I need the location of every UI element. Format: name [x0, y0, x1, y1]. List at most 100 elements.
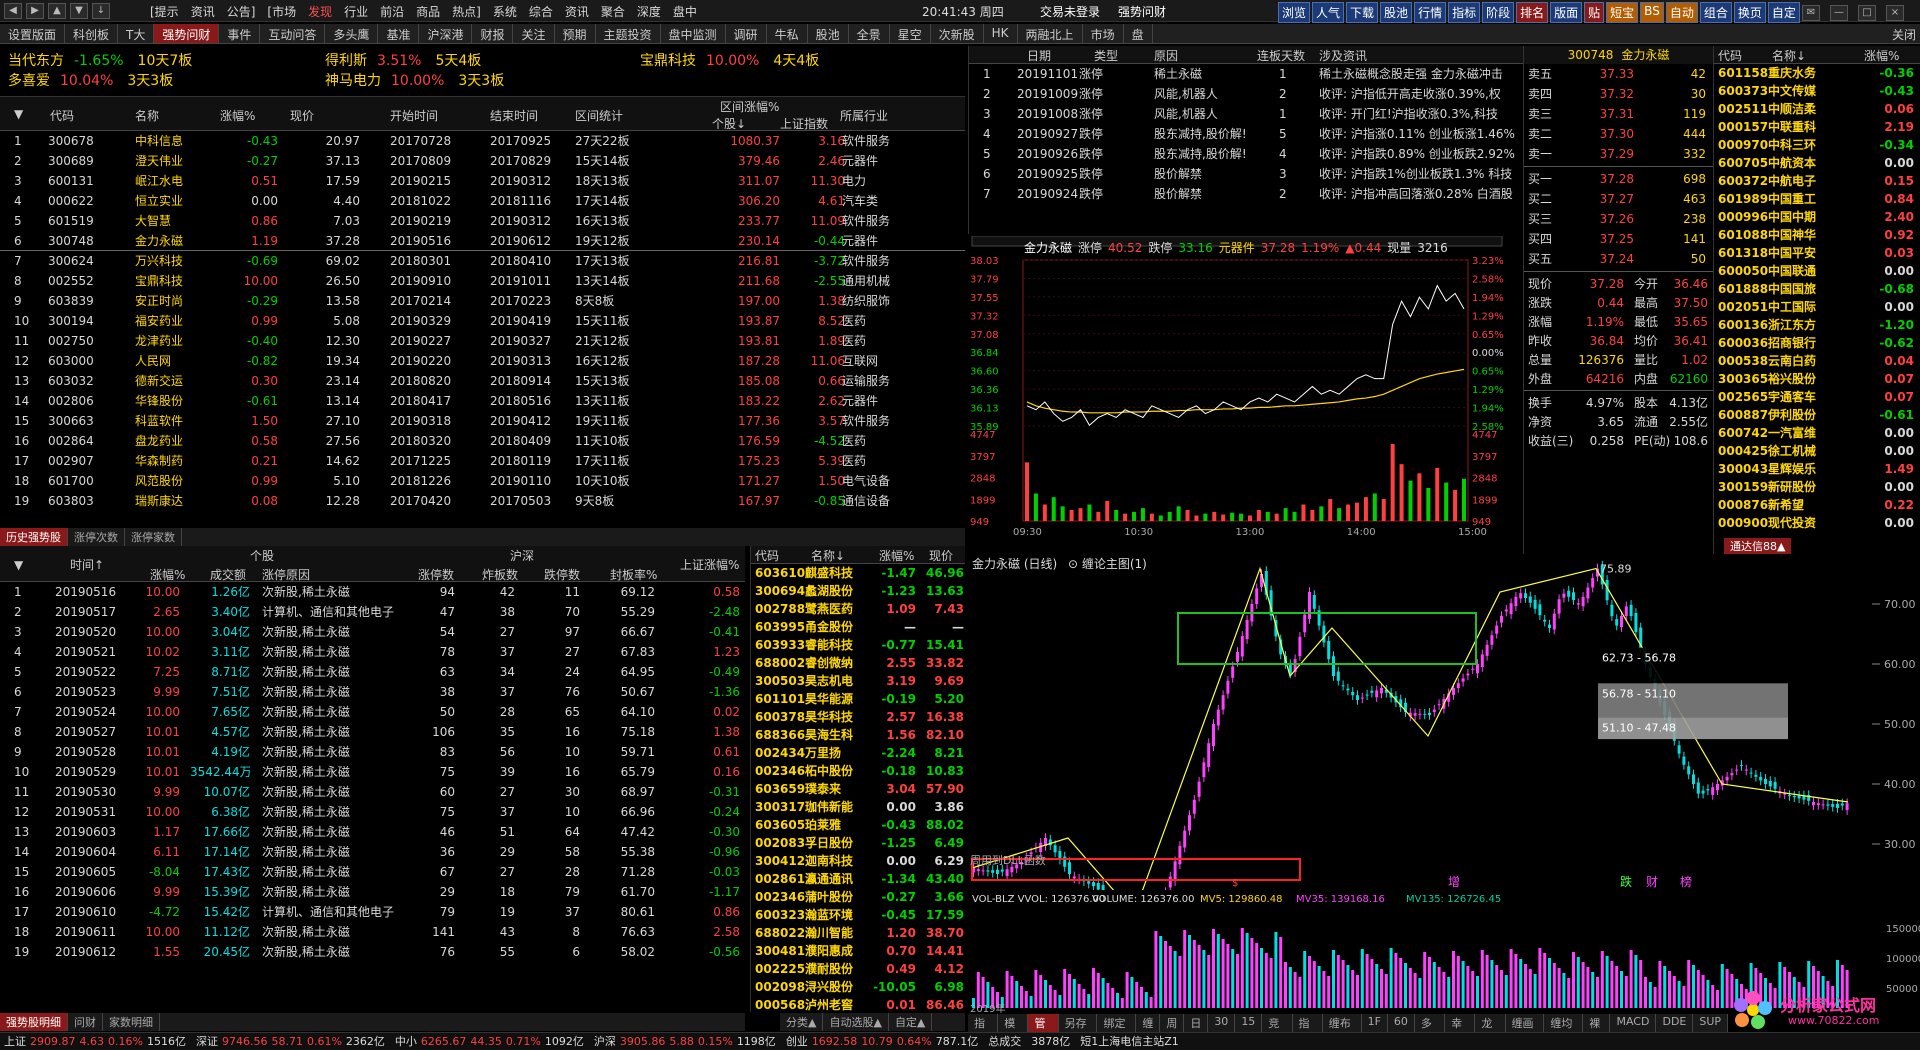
hot-stock[interactable]: 当代东方 -1.65% 10天7板 [8, 50, 192, 70]
col-header[interactable]: 日期 [1027, 47, 1051, 64]
list-item[interactable]: 002225 濮耐股份 0.49 4.12 [751, 960, 965, 978]
list-item[interactable]: 000900 现代投资 0.00 [1714, 514, 1920, 532]
event-mark[interactable]: 财 [1646, 875, 1658, 889]
menu-item[interactable]: 公告] [227, 3, 256, 20]
col-header[interactable]: 连板天数 [1257, 47, 1305, 64]
table-row[interactable]: 5 20190926 跌停 股东减持,股价解! 4 收评: 沪指跌0.89% 创业板跌2.… [969, 144, 1523, 164]
down-icon[interactable]: ▼ [70, 3, 88, 19]
hot-stock[interactable]: 神马电力 10.00% 3天3板 [325, 70, 504, 90]
toolbar-button[interactable]: 组合 [1699, 2, 1732, 23]
toolbar-button[interactable]: BS [1640, 2, 1664, 23]
col-header[interactable]: 涨停数 [418, 566, 454, 583]
close-panel-button[interactable]: 关闭 [1892, 26, 1916, 43]
col-header[interactable]: 涨停原因 [262, 566, 310, 583]
col-header[interactable]: 代码 [755, 547, 779, 564]
menu-item[interactable]: 资讯 [191, 3, 215, 20]
chart-tab[interactable]: MACD [1610, 1014, 1657, 1032]
event-mark[interactable]: 增 [1448, 875, 1460, 889]
list-item[interactable]: 002788 鹭燕医药 1.09 7.43 [751, 600, 965, 618]
table-row[interactable]: 4 000622 恒立实业 0.00 4.40 20181022 20181116 17天14… [0, 191, 965, 211]
toolbar-button[interactable]: 下载 [1346, 2, 1379, 23]
subtab[interactable]: 涨停家数 [125, 528, 182, 546]
event-mark[interactable]: $ [1232, 878, 1238, 889]
table-row[interactable]: 3 20191008 涨停 风能,机器人 1 收评: 开门红!沪指收涨0.3%,科技 [969, 104, 1523, 124]
table-row[interactable]: 17 20190610 -4.72 15.42亿 计算机、通信和其他电子 79 19 37 80… [0, 902, 745, 922]
list-item[interactable]: 002346 柘中股份 -0.18 10.83 [751, 762, 965, 780]
list-item[interactable]: 300694 蠡湖股份 -1.23 13.63 [751, 582, 965, 600]
col-header[interactable]: 所属行业 [840, 107, 888, 124]
table-row[interactable]: 6 20190925 跌停 股价解禁 3 收评: 沪指跌1%创业板跌1.3% 科技 [969, 164, 1523, 184]
tab[interactable]: 盘中监测 [661, 24, 726, 43]
tab[interactable]: 强势问财 [154, 24, 220, 43]
table-row[interactable]: 12 603000 人民网 -0.82 19.34 20190220 20190313 16天… [0, 351, 965, 371]
tab[interactable]: 关注 [513, 24, 555, 43]
list-item[interactable]: 000996 中国中期 2.40 [1714, 208, 1920, 226]
list-item[interactable]: 600036 招商银行 -0.62 [1714, 334, 1920, 352]
hot-stock[interactable]: 多喜爱 10.04% 3天3板 [8, 70, 173, 90]
menu-item[interactable]: 前沿 [380, 3, 404, 20]
table-row[interactable]: 7 300624 万兴科技 -0.69 69.02 20180301 20180410 17天… [0, 251, 965, 271]
list-item[interactable]: 603933 睿能科技 -0.77 15.41 [751, 636, 965, 654]
menu-item[interactable]: 发现 [308, 3, 332, 20]
col-header[interactable]: 涨幅% [879, 547, 914, 564]
tab[interactable]: 沪深港 [419, 24, 473, 43]
col-header[interactable]: 原因 [1154, 47, 1178, 64]
chart-tab[interactable]: 裸K [1583, 1014, 1611, 1044]
col-header[interactable]: 成交额 [210, 566, 246, 583]
subtab[interactable]: 家数明细 [103, 1013, 160, 1031]
list-item[interactable]: 000425 徐工机械 0.00 [1714, 442, 1920, 460]
dropdown-icon[interactable]: ↓ [92, 3, 110, 19]
list-item[interactable]: 600887 伊利股份 -0.61 [1714, 406, 1920, 424]
table-row[interactable]: 4 20190521 10.02 3.11亿 次新股,稀土永磁 78 37 27 67.83 1.… [0, 642, 745, 662]
toolbar-button[interactable]: 人气 [1312, 2, 1345, 23]
col-header[interactable]: 跌停数 [544, 566, 580, 583]
col-header[interactable]: 现价 [290, 107, 314, 124]
list-item[interactable]: 600323 瀚蓝环境 -0.45 17.59 [751, 906, 965, 924]
chart-tab[interactable]: 15 [1235, 1014, 1263, 1032]
col-header[interactable]: 上证涨幅% [680, 556, 739, 573]
chart-tab[interactable]: 指数 [1293, 1014, 1323, 1046]
sort-icon[interactable]: ▼ [14, 107, 23, 121]
tab[interactable]: 调研 [726, 24, 767, 43]
chart-tab[interactable]: 多图 [1415, 1014, 1446, 1046]
list-item[interactable]: 300043 星辉娱乐 1.49 [1714, 460, 1920, 478]
table-row[interactable]: 1 20191101 涨停 稀土永磁 1 稀土永磁概念股走强 金力永磁冲击 [969, 64, 1523, 84]
chart-tab[interactable]: 另存为 [1059, 1014, 1098, 1046]
table-row[interactable]: 14 20190604 6.11 17.14亿 次新股,稀土永磁 36 29 58 55.38 -… [0, 842, 745, 862]
table-row[interactable]: 11 20190530 9.99 10.07亿 次新股,稀土永磁 60 27 30 68.97 -… [0, 782, 745, 802]
tab[interactable]: 星空 [890, 24, 931, 43]
index-quote[interactable]: 上证 2909.87 4.63 0.16% 1516亿 [4, 1033, 186, 1050]
chart-tab[interactable]: 幸福 [1445, 1014, 1476, 1046]
chart-tab[interactable]: 60 [1388, 1014, 1415, 1032]
table-row[interactable]: 6 300748 金力永磁 1.19 37.28 20190516 20190612 19天1… [0, 231, 965, 251]
list-item[interactable]: 688022 瀚川智能 1.20 38.70 [751, 924, 965, 942]
toolbar-button[interactable]: 浏览 [1278, 2, 1311, 23]
menu-item[interactable]: [提示 [150, 3, 179, 20]
table-row[interactable]: 14 002806 华锋股份 -0.61 13.14 20180417 20180516 13… [0, 391, 965, 411]
table-row[interactable]: 10 20190529 10.01 3542.44万 次新股,稀土永磁 75 39 16 65.… [0, 762, 745, 782]
list-item[interactable]: 300481 濮阳惠成 0.70 14.41 [751, 942, 965, 960]
chart-tab[interactable]: 日 [1184, 1014, 1209, 1032]
index-quote[interactable]: 中小 6265.67 44.35 0.71% 1092亿 [395, 1033, 584, 1050]
chart-tab[interactable]: 缠均线 [1544, 1014, 1584, 1046]
login-status[interactable]: 交易未登录 [1040, 3, 1100, 20]
subtab[interactable]: 涨停次数 [68, 528, 125, 546]
tab[interactable]: 主题投资 [596, 24, 661, 43]
subtab[interactable]: 历史强势股 [0, 528, 68, 546]
table-row[interactable]: 5 601519 大智慧 0.86 7.03 20190219 20190312 16天13板… [0, 211, 965, 231]
col-header[interactable]: 开始时间 [390, 107, 438, 124]
list-item[interactable]: 000538 云南白药 0.04 [1714, 352, 1920, 370]
chart-tab[interactable]: 周 [1160, 1014, 1185, 1032]
chart-tab[interactable]: 管理 [1028, 1014, 1059, 1046]
tab[interactable]: 两融北上 [1018, 24, 1083, 43]
list-item[interactable]: 300412 迦南科技 0.00 6.29 [751, 852, 965, 870]
toolbar-button[interactable]: 自动 [1665, 2, 1698, 23]
event-mark[interactable]: 榜 [1680, 874, 1692, 889]
col-header[interactable]: 区间统计 [575, 107, 623, 124]
col-header[interactable]: 结束时间 [490, 107, 538, 124]
col-header[interactable]: 涨幅% [220, 107, 255, 124]
back-icon[interactable]: ◀ [4, 3, 22, 19]
list-item[interactable]: 688002 睿创微纳 2.55 33.82 [751, 654, 965, 672]
tab[interactable]: 互动问答 [260, 24, 326, 43]
kline-indicator[interactable]: ⊙ 缠论主图(1) [1068, 556, 1147, 571]
